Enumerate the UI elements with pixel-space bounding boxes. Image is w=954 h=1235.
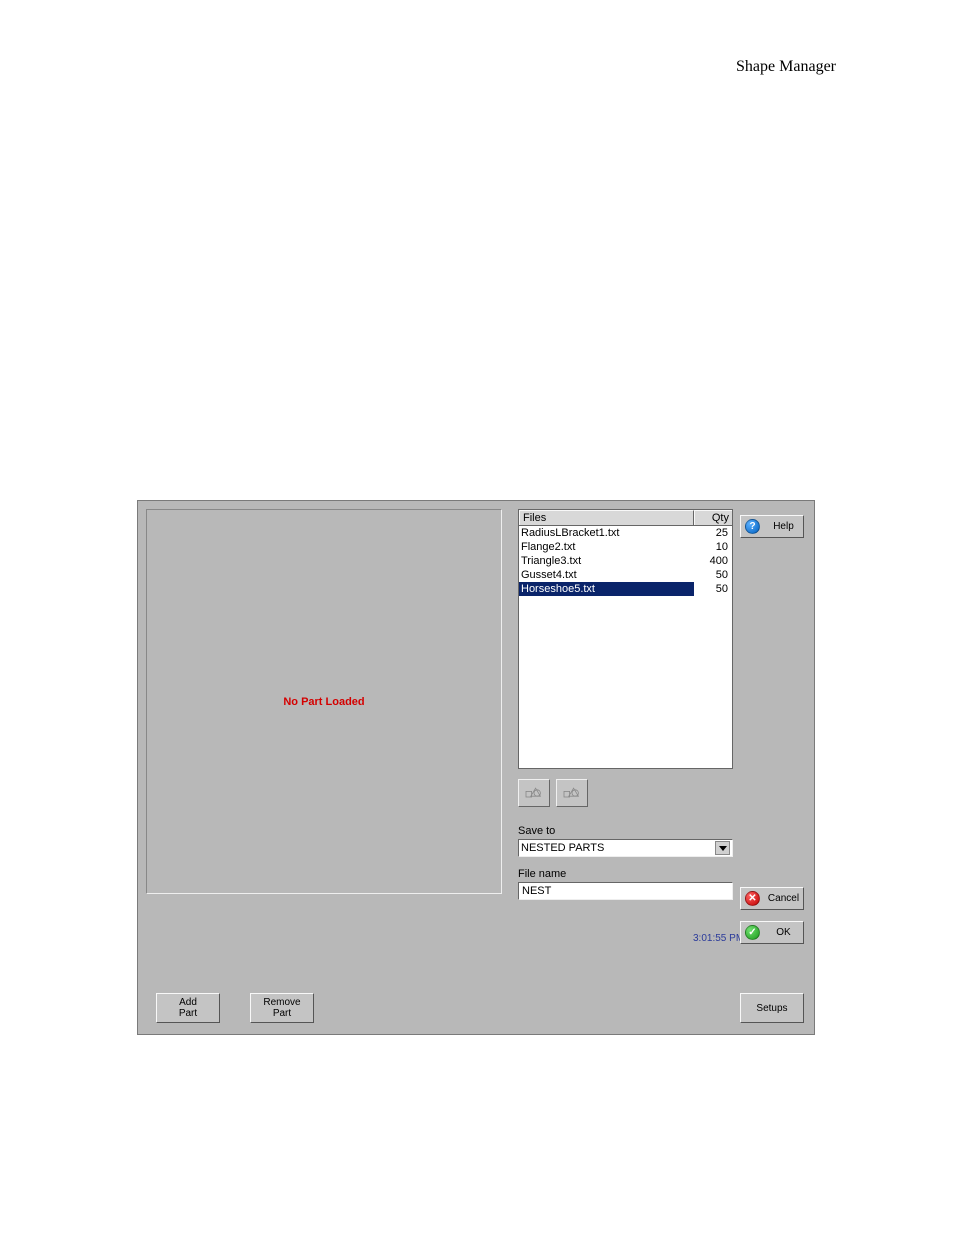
icon-buttons-row — [518, 779, 588, 807]
ok-label: OK — [764, 927, 803, 938]
app-window: No Part Loaded Files Qty RadiusLBracket1… — [137, 500, 815, 1035]
help-icon: ? — [745, 519, 760, 534]
file-row[interactable]: Gusset4.txt50 — [519, 568, 732, 582]
no-part-loaded-label: No Part Loaded — [283, 696, 364, 708]
cancel-label: Cancel — [764, 893, 803, 904]
file-name-label: File name — [518, 868, 566, 880]
file-row[interactable]: RadiusLBracket1.txt25 — [519, 526, 732, 540]
setups-button[interactable]: Setups — [740, 993, 804, 1023]
qty-column-header[interactable]: Qty — [694, 510, 732, 525]
remove-part-l2: Part — [273, 1008, 291, 1019]
add-part-l2: Part — [179, 1008, 197, 1019]
file-name-cell: Gusset4.txt — [519, 568, 694, 582]
save-to-select[interactable]: NESTED PARTS — [518, 839, 733, 857]
shapes-icon — [562, 785, 582, 801]
file-list-header: Files Qty — [519, 510, 732, 526]
file-qty-cell: 50 — [694, 582, 732, 596]
chevron-down-icon — [715, 841, 730, 855]
remove-part-l1: Remove — [263, 997, 300, 1008]
file-row[interactable]: Flange2.txt10 — [519, 540, 732, 554]
help-label: Help — [764, 521, 803, 532]
file-row[interactable]: Horseshoe5.txt50 — [519, 582, 732, 596]
page-title: Shape Manager — [736, 58, 836, 76]
file-qty-cell: 25 — [694, 526, 732, 540]
shapes-a-button[interactable] — [518, 779, 550, 807]
preview-panel: No Part Loaded — [146, 509, 502, 894]
save-to-label: Save to — [518, 825, 555, 837]
cancel-button[interactable]: ✕ Cancel — [740, 887, 804, 910]
help-button[interactable]: ? Help — [740, 515, 804, 538]
files-column-header[interactable]: Files — [519, 510, 694, 525]
save-to-value: NESTED PARTS — [521, 842, 604, 854]
add-part-l1: Add — [179, 997, 197, 1008]
file-list[interactable]: Files Qty RadiusLBracket1.txt25Flange2.t… — [518, 509, 733, 769]
file-qty-cell: 400 — [694, 554, 732, 568]
ok-icon: ✓ — [745, 925, 760, 940]
file-qty-cell: 50 — [694, 568, 732, 582]
add-part-button[interactable]: Add Part — [156, 993, 220, 1023]
ok-button[interactable]: ✓ OK — [740, 921, 804, 944]
file-name-input[interactable] — [518, 882, 733, 900]
file-name-cell: Flange2.txt — [519, 540, 694, 554]
file-name-cell: Horseshoe5.txt — [519, 582, 694, 596]
remove-part-button[interactable]: Remove Part — [250, 993, 314, 1023]
file-name-cell: RadiusLBracket1.txt — [519, 526, 694, 540]
file-row[interactable]: Triangle3.txt400 — [519, 554, 732, 568]
file-name-cell: Triangle3.txt — [519, 554, 694, 568]
timestamp: 3:01:55 PM — [693, 933, 744, 944]
shapes-icon — [524, 785, 544, 801]
shapes-b-button[interactable] — [556, 779, 588, 807]
setups-label: Setups — [756, 1003, 787, 1014]
file-qty-cell: 10 — [694, 540, 732, 554]
cancel-icon: ✕ — [745, 891, 760, 906]
